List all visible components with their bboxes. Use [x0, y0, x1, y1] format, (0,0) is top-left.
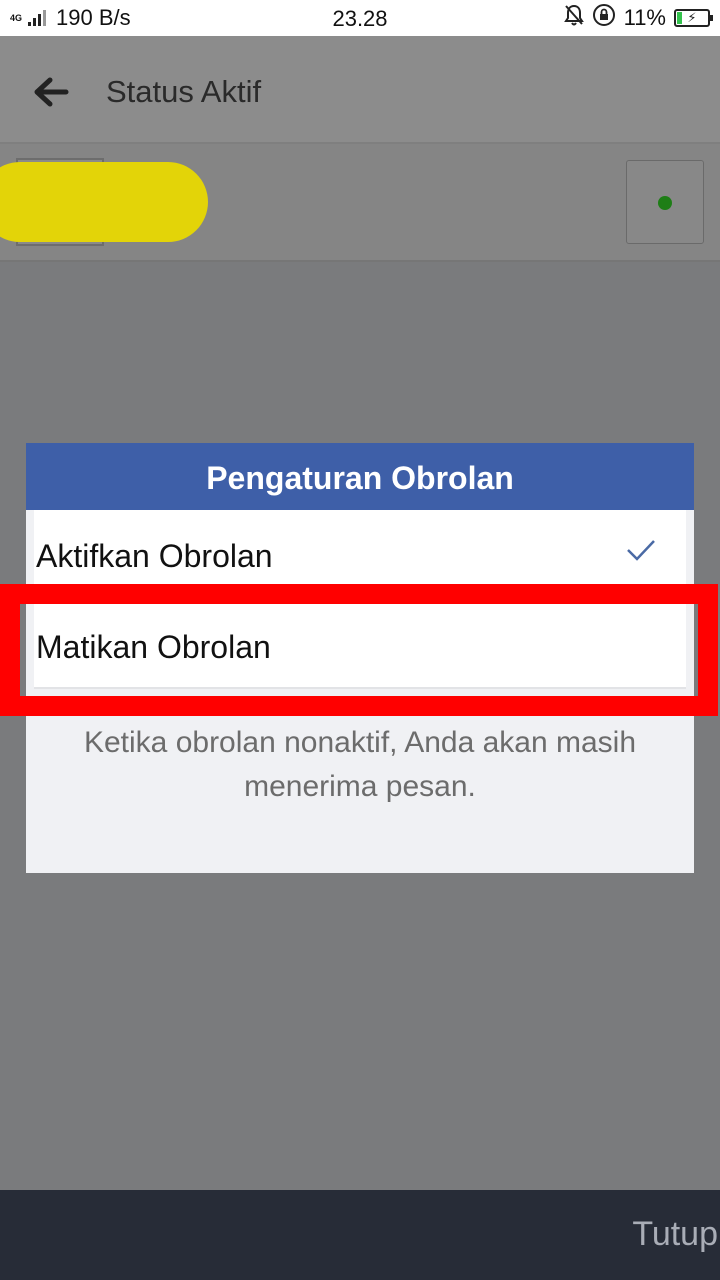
- highlight-annotation: [0, 584, 718, 716]
- battery-percent: 11%: [623, 5, 666, 30]
- close-button[interactable]: Tutup: [632, 1215, 718, 1254]
- arrow-left-icon: [34, 77, 69, 107]
- dialog-title: Pengaturan Obrolan: [26, 443, 694, 510]
- redaction-mark: [0, 162, 208, 242]
- contact-row[interactable]: i: [0, 144, 720, 262]
- status-bar: 4G 190 B/s 23.28 11% ⚡: [0, 0, 720, 36]
- active-status-toggle[interactable]: [626, 160, 704, 244]
- option-enable-chat[interactable]: Aktifkan Obrolan: [34, 510, 686, 590]
- app-header: Status Aktif: [0, 36, 720, 144]
- online-dot-icon: [658, 196, 672, 210]
- check-icon: [627, 540, 655, 561]
- rotation-lock-icon: [592, 3, 616, 33]
- bell-muted-icon: [563, 4, 584, 32]
- back-button[interactable]: [28, 72, 72, 112]
- status-bar-right: 11% ⚡: [563, 0, 713, 36]
- page-title: Status Aktif: [106, 74, 262, 109]
- battery-icon: ⚡: [674, 9, 713, 27]
- option-label: Aktifkan Obrolan: [36, 538, 273, 574]
- dialog-note: Ketika obrolan nonaktif, Anda akan masih…: [83, 726, 637, 803]
- bottom-bar: Tutup: [0, 1190, 720, 1280]
